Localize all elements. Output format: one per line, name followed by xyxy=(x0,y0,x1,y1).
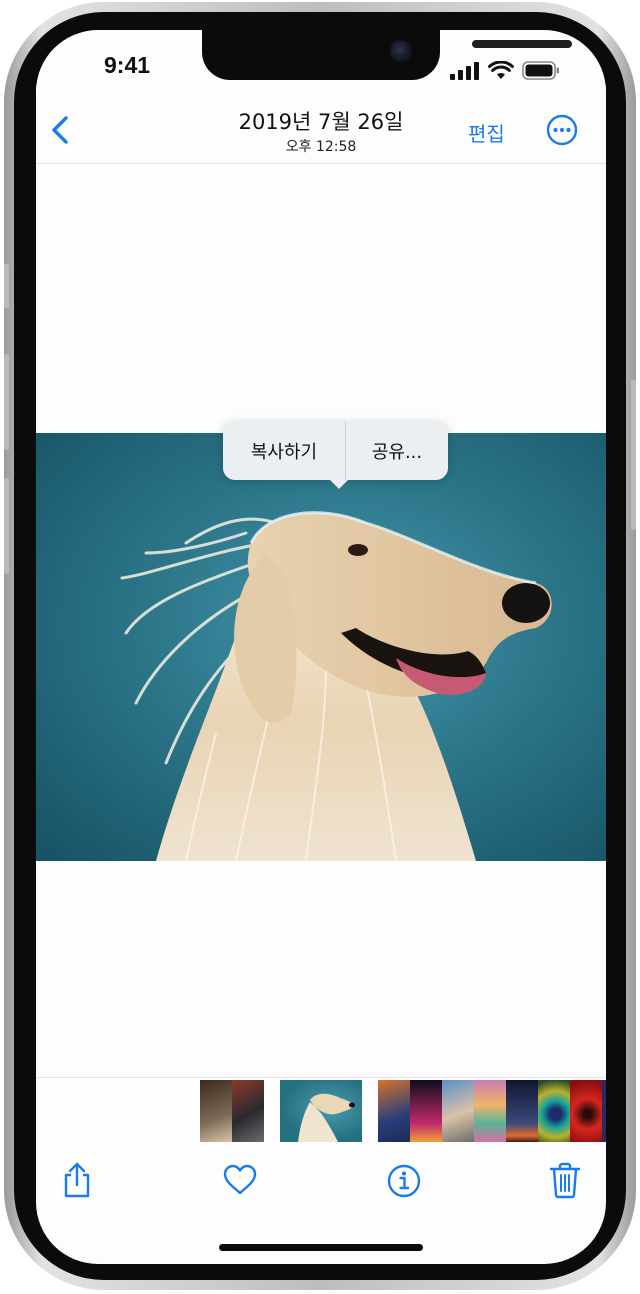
page-title: 2019년 7월 26일 xyxy=(238,110,404,134)
thumbnail[interactable] xyxy=(442,1080,474,1142)
thumbnail[interactable] xyxy=(378,1080,410,1142)
share-button[interactable] xyxy=(60,1161,94,1199)
thumbnail[interactable] xyxy=(474,1080,506,1142)
thumbnail-strip[interactable] xyxy=(36,1077,606,1142)
ellipsis-circle-icon xyxy=(546,114,578,146)
thumbnail[interactable] xyxy=(602,1080,606,1142)
status-icons xyxy=(450,56,560,80)
thumbnail[interactable] xyxy=(570,1080,602,1142)
info-circle-icon xyxy=(387,1164,421,1198)
thumbnail-selected[interactable] xyxy=(280,1080,362,1142)
dog-photo xyxy=(36,433,606,861)
edit-callout-menu: 복사하기 공유... xyxy=(223,421,448,480)
wifi-icon xyxy=(488,61,514,79)
thumbnail[interactable] xyxy=(506,1080,538,1142)
trash-icon xyxy=(549,1162,581,1199)
photo-viewer[interactable] xyxy=(36,433,606,861)
thumbnail[interactable] xyxy=(410,1080,442,1142)
volume-up-button xyxy=(4,354,9,450)
thumbnail[interactable] xyxy=(200,1080,232,1142)
mute-switch xyxy=(4,264,9,308)
battery-icon xyxy=(522,61,559,80)
thumbnail[interactable] xyxy=(538,1080,570,1142)
status-time: 9:41 xyxy=(104,52,151,78)
front-camera xyxy=(390,40,412,62)
edit-button[interactable]: 편집 xyxy=(468,118,505,147)
cellular-signal-icon xyxy=(450,62,479,80)
delete-button[interactable] xyxy=(548,1161,582,1199)
share-icon xyxy=(64,1162,90,1198)
screen: 9:41 2019년 7월 26일 오후 12:58 편집 복사하기 공유... xyxy=(36,30,606,1264)
page-subtitle: 오후 12:58 xyxy=(285,139,357,155)
side-button xyxy=(631,380,636,530)
thumbnail[interactable] xyxy=(232,1080,264,1142)
notch xyxy=(202,30,572,80)
favorite-button[interactable] xyxy=(222,1161,258,1199)
share-menu-item[interactable]: 공유... xyxy=(346,421,448,480)
earpiece-speaker xyxy=(472,40,572,48)
copy-menu-item[interactable]: 복사하기 xyxy=(223,421,346,480)
callout-arrow xyxy=(330,480,348,489)
home-indicator[interactable] xyxy=(219,1244,423,1251)
volume-down-button xyxy=(4,478,9,574)
heart-icon xyxy=(223,1164,257,1195)
more-button[interactable] xyxy=(546,114,578,146)
navigation-bar: 2019년 7월 26일 오후 12:58 편집 xyxy=(36,84,606,164)
dog-thumbnail-image xyxy=(298,1093,355,1142)
info-button[interactable] xyxy=(386,1161,422,1199)
